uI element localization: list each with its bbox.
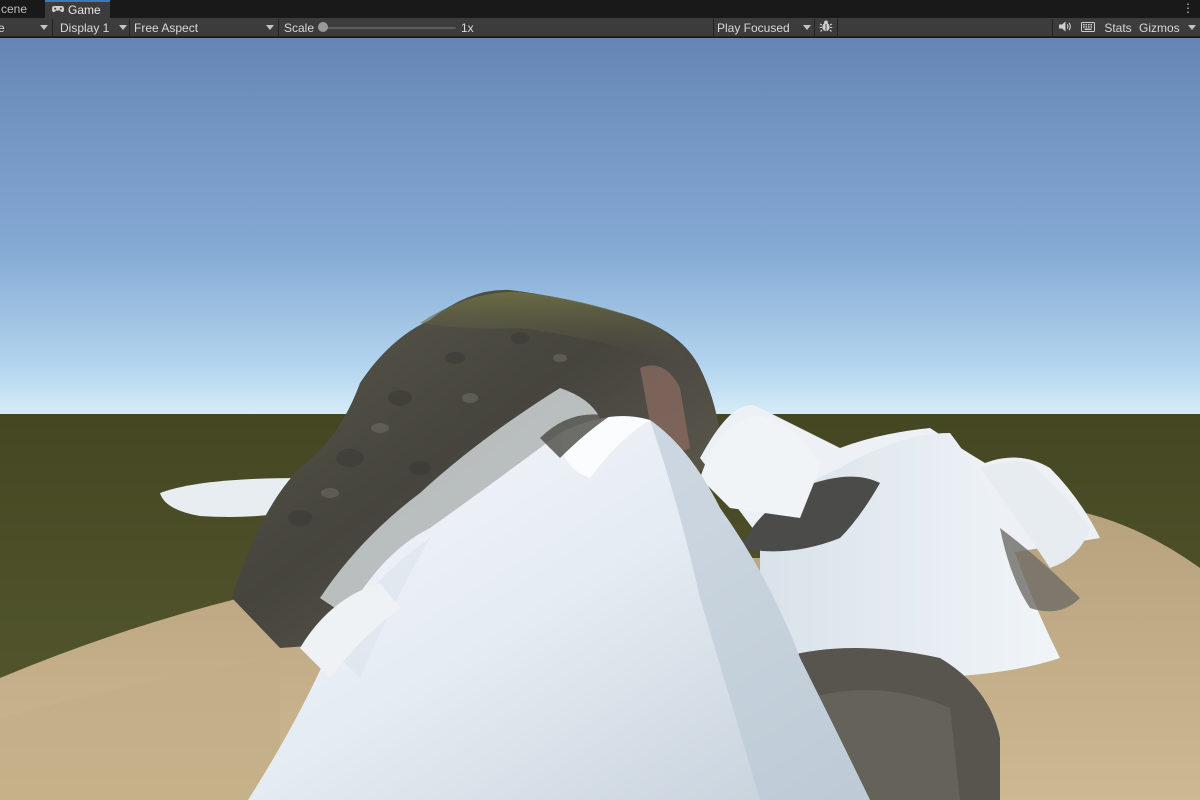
window-tab-strip: cene Game ⋮ [0,0,1200,18]
tab-scene-label: cene [1,2,28,16]
mute-audio-button[interactable] [1053,18,1077,37]
kebab-menu-icon[interactable]: ⋮ [1182,1,1194,15]
aspect-dropdown[interactable]: Free Aspect [130,18,278,37]
display-dropdown-label: Display 1 [60,20,110,35]
display-dropdown[interactable]: Display 1 [53,18,129,37]
scale-value: 1x [461,21,474,35]
chevron-down-icon [266,25,274,30]
game-view-viewport[interactable] [0,38,1200,800]
scale-label: Scale [284,20,315,35]
gamepad-icon [52,5,65,16]
keyboard-icon [1081,21,1095,35]
debug-toggle-button[interactable] [815,18,837,37]
view-dropdown-label: e [0,20,5,35]
chevron-down-icon [119,25,127,30]
scale-control: Scale 1x [284,18,484,37]
speaker-icon [1058,21,1072,35]
toolbar-divider [837,19,838,36]
gizmos-dropdown-label: Gizmos [1139,20,1180,35]
play-mode-dropdown[interactable]: Play Focused [714,18,814,37]
play-mode-dropdown-label: Play Focused [717,20,790,35]
chevron-down-icon [40,25,48,30]
view-dropdown[interactable]: e [0,18,52,37]
shortcuts-button[interactable] [1077,18,1099,37]
chevron-down-icon [803,25,811,30]
tab-game[interactable]: Game [45,0,110,18]
game-scene-render [0,38,1200,800]
bug-icon [819,19,833,36]
game-view-toolbar: e Display 1 Free Aspect Scale 1x Play Fo… [0,18,1200,37]
tab-game-label: Game [68,3,101,17]
stats-button[interactable]: Stats [1101,18,1135,37]
gizmos-dropdown[interactable]: Gizmos [1137,18,1200,37]
scale-slider-track[interactable] [320,27,456,29]
toolbar-divider [278,19,279,36]
stats-button-label: Stats [1104,20,1132,35]
aspect-dropdown-label: Free Aspect [134,20,199,35]
scale-slider-handle[interactable] [318,22,328,32]
tab-scene[interactable]: cene [0,0,35,18]
chevron-down-icon [1188,25,1196,30]
